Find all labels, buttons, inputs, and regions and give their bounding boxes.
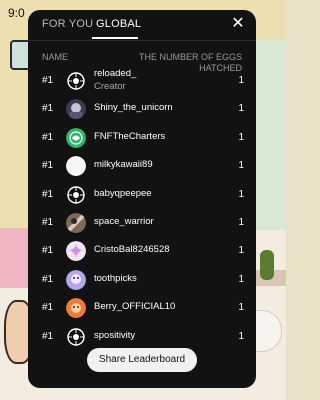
active-tab-underline: [92, 37, 138, 39]
egg-count: 1: [238, 216, 244, 228]
username: space_warrior: [94, 215, 154, 227]
username: CristoBal8246528: [94, 244, 170, 256]
share-leaderboard-button[interactable]: Share Leaderboard: [87, 348, 197, 372]
leaderboard-modal: FOR YOU GLOBAL ✕ NAME THE NUMBER OF EGGS…: [28, 10, 256, 388]
rank: #1: [42, 273, 54, 285]
username: babyqpeepee: [94, 187, 152, 199]
username: toothpicks: [94, 272, 137, 284]
tab-bar: FOR YOU GLOBAL ✕: [28, 10, 256, 40]
list-item[interactable]: #1 CristoBal8246528 1: [28, 238, 256, 266]
column-header-name: NAME: [42, 52, 69, 62]
list-item[interactable]: #1 babyqpeepee 1: [28, 182, 256, 210]
list-item[interactable]: #1 FNFTheCharters 1: [28, 125, 256, 153]
username: Shiny_the_unicorn: [94, 102, 173, 114]
rank: #1: [42, 103, 54, 115]
background-plant: [260, 250, 274, 280]
white-avatar-icon: [66, 156, 86, 177]
rank: #1: [42, 131, 54, 143]
character-avatar-icon: [66, 99, 86, 120]
sparkle-avatar-icon: [66, 241, 86, 262]
rank: #1: [42, 188, 54, 200]
egg-count: 1: [238, 330, 244, 342]
emblem-avatar-icon: [66, 326, 86, 347]
rank: #1: [42, 160, 54, 172]
divider: [28, 40, 256, 41]
emblem-avatar-icon: [66, 71, 86, 91]
list-item[interactable]: #1 toothpicks 1: [28, 267, 256, 295]
orange-avatar-icon: [66, 298, 86, 319]
egg-count: 1: [238, 188, 244, 200]
egg-count: 1: [238, 103, 244, 115]
creator-label: Creator: [94, 81, 126, 92]
egg-count: 1: [238, 131, 244, 143]
egg-count: 1: [238, 245, 244, 257]
rank: #1: [42, 75, 54, 86]
egg-count: 1: [238, 75, 244, 86]
purple-avatar-icon: [66, 269, 86, 290]
rank: #1: [42, 302, 54, 314]
background-pink-panel: [0, 228, 28, 288]
green-avatar-icon: [66, 127, 86, 148]
egg-count: 1: [238, 160, 244, 172]
status-time: 9:0: [8, 6, 25, 20]
username: FNFTheCharters: [94, 130, 166, 142]
egg-count: 1: [238, 302, 244, 314]
rank: #1: [42, 245, 54, 257]
character-avatar-icon: [66, 212, 86, 233]
leaderboard-list: #1 reloaded_ Creator 1 #1 Shiny_the_unic…: [28, 68, 256, 352]
tab-global[interactable]: GLOBAL: [96, 18, 141, 30]
username: Berry_OFFICIAL10: [94, 301, 176, 313]
username: reloaded_: [94, 68, 137, 79]
list-item[interactable]: #1 Shiny_the_unicorn 1: [28, 96, 256, 124]
rank: #1: [42, 216, 54, 228]
rank: #1: [42, 330, 54, 342]
tab-for-you[interactable]: FOR YOU: [42, 18, 93, 30]
list-item[interactable]: #1 milkykawaii89 1: [28, 153, 256, 181]
list-item[interactable]: #1 Berry_OFFICIAL10 1: [28, 295, 256, 323]
username: milkykawaii89: [94, 159, 153, 171]
egg-count: 1: [238, 273, 244, 285]
emblem-avatar-icon: [66, 184, 86, 205]
username: spositivity: [94, 329, 136, 341]
list-item[interactable]: #1 reloaded_ Creator 1: [28, 68, 256, 96]
list-item[interactable]: #1 space_warrior 1: [28, 210, 256, 238]
close-icon[interactable]: ✕: [230, 16, 246, 32]
